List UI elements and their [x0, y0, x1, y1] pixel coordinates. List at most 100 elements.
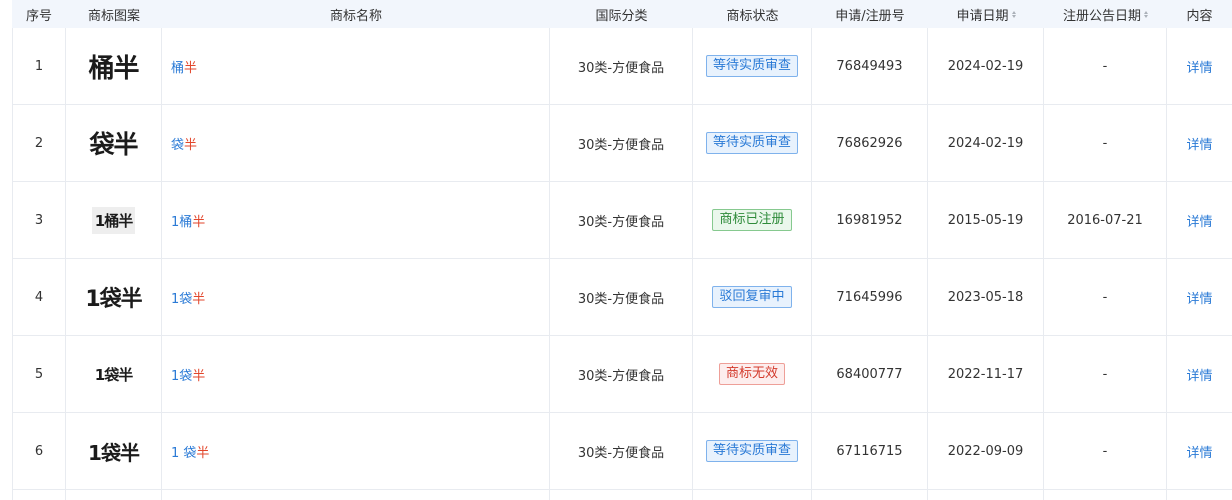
col-header-apply-date-label: 申请日期	[956, 8, 1009, 24]
intl-class	[550, 490, 693, 500]
row-index: 3	[12, 182, 66, 258]
detail-link[interactable]: 详情	[1167, 182, 1232, 258]
trademark-name[interactable]: 桶半	[162, 28, 550, 104]
col-header-status: 商标状态	[726, 8, 779, 24]
detail-link-text[interactable]: 详情	[1186, 365, 1212, 384]
detail-link-text[interactable]: 详情	[1186, 288, 1212, 307]
detail-link[interactable]: 详情	[1167, 105, 1232, 181]
trademark-logo: 1袋半	[88, 440, 140, 465]
trademark-image[interactable]: 袋半	[66, 105, 162, 181]
status-badge: 等待实质审查	[705, 55, 798, 77]
name-text: 1桶	[171, 214, 193, 230]
trademark-name[interactable]: 1桶半	[162, 182, 550, 258]
detail-link[interactable]: 详情	[1167, 413, 1232, 489]
row-index	[12, 490, 66, 500]
intl-class: 30类-方便食品	[550, 105, 693, 181]
name-text: 桶	[171, 60, 185, 76]
status-cell: 商标已注册	[693, 182, 812, 258]
col-header-apply-date[interactable]: 申请日期	[928, 0, 1044, 28]
status-badge: 商标无效	[718, 363, 785, 385]
apply-date: 2022-09-09	[928, 413, 1044, 489]
status-cell: 等待实质审查	[693, 105, 812, 181]
reg-no: 76849493	[812, 28, 928, 104]
row-index: 6	[12, 413, 66, 489]
reg-no: 76862926	[812, 105, 928, 181]
reg-no: 67116715	[812, 413, 928, 489]
name-text: 1 袋	[171, 445, 197, 461]
intl-class: 30类-方便食品	[550, 28, 693, 104]
notice-date: -	[1044, 259, 1167, 335]
col-header-reg-no: 申请/注册号	[835, 8, 905, 24]
table-header: 序号 商标图案 商标名称 国际分类 商标状态 申请/注册号 申请日期 注册公告日…	[12, 0, 1232, 29]
notice-date	[1044, 490, 1167, 500]
table-row: 3 1桶半 1桶半 30类-方便食品 商标已注册 16981952 2015-0…	[12, 182, 1232, 259]
table-row: 1 桶半 桶半 30类-方便食品 等待实质审查 76849493 2024-02…	[12, 28, 1232, 105]
table-row: 6 1袋半 1 袋半 30类-方便食品 等待实质审查 67116715 2022…	[12, 413, 1232, 490]
apply-date: 2022-11-17	[928, 336, 1044, 412]
apply-date: 2024-02-19	[928, 105, 1044, 181]
table-row: 4 1袋半 1袋半 30类-方便食品 驳回复审中 71645996 2023-0…	[12, 259, 1232, 336]
table-row-partial	[12, 490, 1232, 500]
apply-date: 2024-02-19	[928, 28, 1044, 104]
notice-date: -	[1044, 413, 1167, 489]
reg-no	[812, 490, 928, 500]
notice-date: -	[1044, 105, 1167, 181]
name-highlight: 半	[192, 214, 206, 230]
trademark-image[interactable]: 桶半	[66, 28, 162, 104]
row-index: 5	[12, 336, 66, 412]
detail-link[interactable]: 详情	[1167, 28, 1232, 104]
trademark-image[interactable]: 1袋半	[66, 259, 162, 335]
name-text: 1袋	[171, 368, 193, 384]
status-badge: 商标已注册	[712, 209, 792, 231]
col-header-notice-date[interactable]: 注册公告日期	[1044, 0, 1167, 28]
detail-link-text[interactable]: 详情	[1186, 57, 1212, 76]
col-header-image: 商标图案	[87, 8, 140, 24]
trademark-name[interactable]: 1袋半	[162, 259, 550, 335]
col-header-name: 商标名称	[329, 8, 382, 24]
intl-class: 30类-方便食品	[550, 336, 693, 412]
trademark-image[interactable]: 1袋半	[66, 413, 162, 489]
trademark-name[interactable]: 袋半	[162, 105, 550, 181]
status-cell: 等待实质审查	[693, 28, 812, 104]
trademark-logo: 袋半	[89, 130, 138, 159]
name-text: 袋	[171, 137, 185, 153]
trademark-image[interactable]: 1桶半	[66, 182, 162, 258]
detail-link[interactable]: 详情	[1167, 259, 1232, 335]
row-index: 2	[12, 105, 66, 181]
sort-icon[interactable]	[1011, 10, 1016, 18]
detail-link	[1167, 490, 1232, 500]
trademark-name[interactable]: 1袋半	[162, 336, 550, 412]
trademark-image	[66, 490, 162, 500]
notice-date: -	[1044, 336, 1167, 412]
name-highlight: 半	[192, 291, 206, 307]
detail-link-text[interactable]: 详情	[1186, 134, 1212, 153]
table-row: 2 袋半 袋半 30类-方便食品 等待实质审查 76862926 2024-02…	[12, 105, 1232, 182]
intl-class: 30类-方便食品	[550, 413, 693, 489]
sort-icon[interactable]	[1144, 10, 1148, 18]
status-badge: 等待实质审查	[705, 132, 798, 154]
status-cell: 驳回复审中	[693, 259, 812, 335]
trademark-image[interactable]: 1袋半	[66, 336, 162, 412]
notice-date: -	[1044, 28, 1167, 104]
detail-link-text[interactable]: 详情	[1186, 211, 1212, 230]
table-row: 5 1袋半 1袋半 30类-方便食品 商标无效 68400777 2022-11…	[12, 336, 1232, 413]
status-cell: 商标无效	[693, 336, 812, 412]
apply-date: 2023-05-18	[928, 259, 1044, 335]
name-highlight: 半	[192, 368, 206, 384]
col-header-notice-date-label: 注册公告日期	[1062, 8, 1141, 24]
trademark-name[interactable]: 1 袋半	[162, 413, 550, 489]
reg-no: 71645996	[812, 259, 928, 335]
reg-no: 16981952	[812, 182, 928, 258]
notice-date: 2016-07-21	[1044, 182, 1167, 258]
trademark-logo: 1袋半	[94, 365, 133, 384]
col-header-index: 序号	[25, 8, 52, 24]
row-index: 4	[12, 259, 66, 335]
name-text: 1袋	[171, 291, 193, 307]
name-highlight: 半	[184, 137, 198, 153]
trademark-name	[162, 490, 550, 500]
detail-link[interactable]: 详情	[1167, 336, 1232, 412]
name-highlight: 半	[184, 60, 198, 76]
trademark-logo: 1袋半	[85, 287, 142, 312]
detail-link-text[interactable]: 详情	[1186, 442, 1212, 461]
table-body: 1 桶半 桶半 30类-方便食品 等待实质审查 76849493 2024-02…	[12, 28, 1232, 500]
